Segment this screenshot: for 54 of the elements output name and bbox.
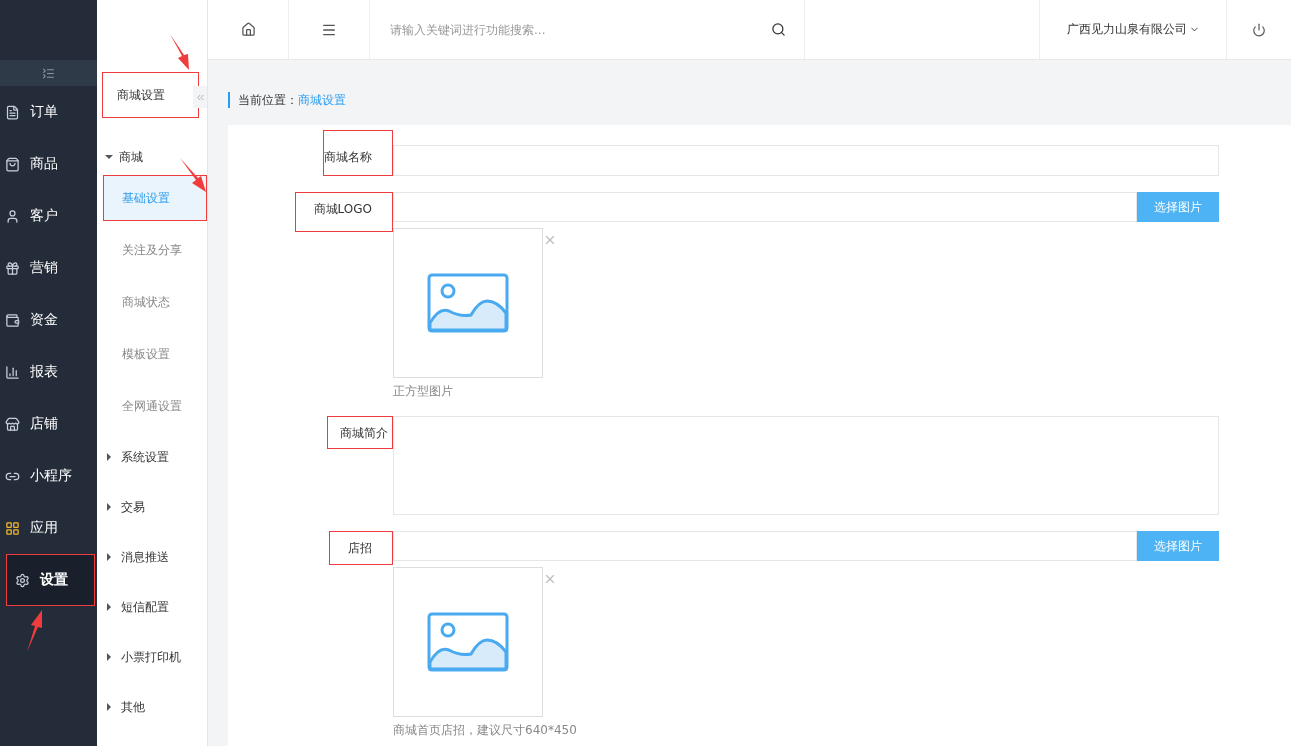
power-icon	[1252, 22, 1266, 37]
wallet-icon	[5, 312, 20, 328]
close-icon[interactable]	[543, 572, 557, 586]
fold-tab[interactable]	[193, 86, 207, 108]
image-placeholder-icon	[427, 612, 509, 672]
grid-icon	[5, 520, 20, 536]
sidebar-item[interactable]: 客户	[0, 190, 97, 242]
text-field[interactable]	[393, 145, 1219, 176]
collapse-icon[interactable]	[42, 66, 55, 80]
sidebar-item[interactable]: 设置	[6, 554, 95, 606]
breadcrumb-label: 当前位置：	[238, 91, 298, 109]
sidebar-item[interactable]: 资金	[0, 294, 97, 346]
submenu-item[interactable]: 模板设置	[103, 331, 207, 377]
sidebar-item[interactable]: 营销	[0, 242, 97, 294]
search-icon[interactable]	[771, 22, 786, 37]
gift-icon	[5, 260, 20, 276]
field-label: 商城简介	[327, 416, 393, 449]
image-upload-box[interactable]	[393, 228, 543, 378]
bar-chart-icon	[5, 364, 20, 380]
submenu-item[interactable]: 全网通设置	[103, 383, 207, 429]
sidebar-item[interactable]: 店铺	[0, 398, 97, 450]
image-placeholder-icon	[427, 273, 509, 333]
sidebar-item[interactable]: 小程序	[0, 450, 97, 502]
settings-icon	[15, 572, 30, 588]
store-icon	[5, 416, 20, 432]
close-icon[interactable]	[543, 233, 557, 247]
submenu-group[interactable]: 其他	[97, 682, 207, 732]
field-label: 店招	[329, 531, 393, 565]
submenu-group[interactable]: 交易	[97, 482, 207, 532]
field-label: 商城LOGO	[294, 192, 393, 232]
textarea-field[interactable]	[393, 416, 1219, 515]
submenu-group[interactable]: 系统设置	[97, 432, 207, 482]
sidebar-item[interactable]: 应用	[0, 502, 97, 554]
submenu-group[interactable]: 小票打印机	[97, 632, 207, 682]
bag-icon	[5, 156, 20, 172]
sidebar-item[interactable]: 订单	[0, 86, 97, 138]
image-upload-box[interactable]	[393, 567, 543, 717]
field-label: 商城名称	[323, 130, 393, 176]
submenu-group[interactable]: 消息推送	[97, 532, 207, 582]
home-icon	[240, 22, 256, 37]
submenu-group[interactable]: 商城	[97, 142, 207, 172]
company-dropdown[interactable]: 广西见力山泉有限公司	[1039, 0, 1227, 59]
hint-text: 商城首页店招，建议尺寸640*450	[393, 723, 578, 737]
submenu-item[interactable]: 关注及分享	[103, 227, 207, 273]
image-path-field[interactable]	[393, 531, 1137, 561]
submenu-title: 商城设置	[102, 72, 199, 118]
hint-text: 正方型图片	[393, 384, 454, 398]
user-icon	[5, 208, 20, 224]
sidebar-item[interactable]: 商品	[0, 138, 97, 190]
image-path-field[interactable]	[393, 192, 1137, 222]
submenu-group[interactable]: 短信配置	[97, 582, 207, 632]
sidebar-item[interactable]: 报表	[0, 346, 97, 398]
submenu-item[interactable]: 商城状态	[103, 279, 207, 325]
document-icon	[5, 104, 20, 120]
